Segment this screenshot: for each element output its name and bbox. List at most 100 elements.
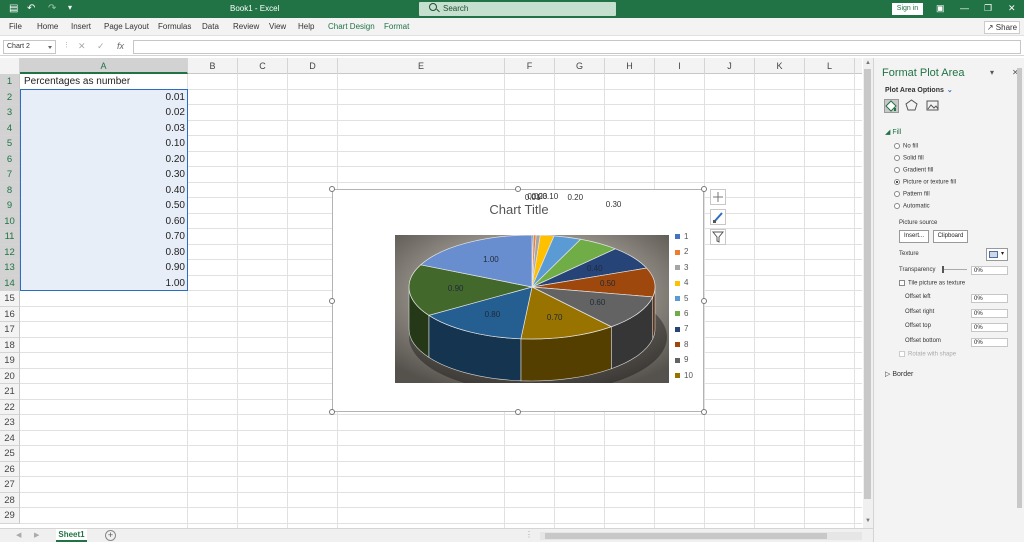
scroll-down-icon[interactable]: ▼ (865, 518, 871, 524)
tab-file[interactable]: File (9, 22, 22, 31)
cancel-icon[interactable]: ✕ (78, 41, 86, 52)
row-header[interactable]: 19 (0, 353, 20, 369)
data-label[interactable]: 0.70 (547, 313, 563, 322)
legend-entry[interactable]: 4 (675, 278, 688, 287)
radio-automatic[interactable]: Automatic (894, 203, 930, 210)
row-header[interactable]: 9 (0, 198, 20, 214)
cell-a1-header[interactable]: Percentages as number (21, 74, 188, 90)
plot-area-options-dropdown[interactable]: Plot Area Options ⌄ (885, 86, 953, 94)
col-header-e[interactable]: E (338, 58, 505, 74)
vertical-scroll-thumb[interactable] (864, 69, 871, 499)
add-sheet-icon[interactable]: + (105, 530, 116, 541)
resize-handle[interactable] (329, 186, 335, 192)
radio-picture-texture-fill[interactable]: Picture or texture fill (894, 179, 956, 186)
col-header-i[interactable]: I (655, 58, 705, 74)
minimize-icon[interactable]: — (960, 3, 969, 13)
row-header[interactable]: 26 (0, 461, 20, 477)
legend-entry[interactable]: 3 (675, 263, 688, 272)
tab-page-layout[interactable]: Page Layout (104, 22, 149, 31)
row-header[interactable]: 15 (0, 291, 20, 307)
plot-area[interactable] (395, 235, 669, 383)
pane-scroll-thumb[interactable] (1017, 68, 1022, 508)
cell-a-value[interactable]: 0.01 (21, 89, 188, 105)
border-section-header[interactable]: ▷ Border (885, 370, 913, 378)
tab-data[interactable]: Data (202, 22, 219, 31)
radio-no-fill[interactable]: No fill (894, 143, 918, 150)
row-header[interactable]: 18 (0, 337, 20, 353)
legend-entry[interactable]: 1 (675, 232, 688, 241)
scroll-up-icon[interactable]: ▲ (865, 60, 871, 66)
resize-handle[interactable] (701, 297, 707, 304)
cell-a-value[interactable]: 0.40 (21, 182, 188, 198)
fill-section-header[interactable]: ◢ Fill (885, 128, 901, 136)
col-header-g[interactable]: G (555, 58, 605, 74)
save-icon[interactable]: ▤ (9, 3, 18, 14)
row-header[interactable]: 13 (0, 260, 20, 276)
resize-handle[interactable] (515, 409, 521, 415)
col-header-d[interactable]: D (288, 58, 338, 74)
sign-in-button[interactable]: Sign in (892, 3, 923, 15)
pane-scrollbar[interactable] (1017, 64, 1022, 534)
radio-gradient-fill[interactable]: Gradient fill (894, 167, 933, 174)
chart-styles-button[interactable] (710, 209, 726, 225)
redo-icon[interactable]: ↷ (48, 3, 56, 14)
col-header-k[interactable]: K (755, 58, 805, 74)
chart-filters-button[interactable] (710, 229, 726, 245)
row-header[interactable]: 28 (0, 492, 20, 508)
resize-handle[interactable] (329, 297, 335, 304)
data-label[interactable]: 0.60 (590, 298, 606, 307)
col-header-l[interactable]: L (805, 58, 855, 74)
undo-icon[interactable]: ↶ (27, 3, 35, 14)
row-header[interactable]: 1 (0, 74, 20, 90)
tab-formulas[interactable]: Formulas (158, 22, 191, 31)
customize-quick-access-icon[interactable]: ▾ (68, 3, 72, 12)
tab-splitter-icon[interactable]: ⋮ (525, 530, 533, 539)
offset-right-input[interactable]: 0% (971, 309, 1008, 318)
tab-view[interactable]: View (269, 22, 286, 31)
chart-elements-button[interactable] (710, 189, 726, 205)
cell-a-value[interactable]: 0.20 (21, 151, 188, 167)
insert-function-icon[interactable]: fx (117, 41, 124, 51)
tile-picture-checkbox[interactable]: Tile picture as texture (899, 280, 965, 287)
name-box[interactable]: Chart 2 (3, 40, 56, 54)
data-label[interactable]: 0.50 (600, 279, 616, 288)
chart-title[interactable]: Chart Title (333, 202, 705, 217)
row-header[interactable]: 21 (0, 384, 20, 400)
data-label[interactable]: 0.40 (587, 264, 603, 273)
col-header-f[interactable]: F (505, 58, 555, 74)
row-header[interactable]: 25 (0, 446, 20, 462)
row-header[interactable]: 7 (0, 167, 20, 183)
resize-handle[interactable] (329, 409, 335, 415)
search-box[interactable]: Search (419, 2, 616, 16)
tab-insert[interactable]: Insert (71, 22, 91, 31)
data-label[interactable]: 1.00 (483, 255, 499, 264)
ribbon-display-icon[interactable]: ▣ (936, 3, 945, 14)
resize-handle[interactable] (701, 186, 707, 192)
insert-picture-button[interactable]: Insert... (899, 230, 929, 243)
cell-a-value[interactable]: 0.50 (21, 198, 188, 214)
tab-review[interactable]: Review (233, 22, 259, 31)
row-header[interactable]: 11 (0, 229, 20, 245)
row-header[interactable]: 4 (0, 120, 20, 136)
cell-a-value[interactable]: 0.70 (21, 229, 188, 245)
legend-entry[interactable]: 8 (675, 340, 688, 349)
data-label[interactable]: 0.80 (485, 310, 501, 319)
cell-a-value[interactable]: 0.80 (21, 244, 188, 260)
legend-entry[interactable]: 9 (675, 355, 688, 364)
data-label[interactable]: 0.30 (606, 200, 622, 209)
data-label[interactable]: 0.10 (543, 192, 559, 201)
row-header[interactable]: 29 (0, 508, 20, 524)
row-header[interactable]: 3 (0, 105, 20, 121)
horizontal-scroll-thumb[interactable] (545, 533, 827, 539)
row-header[interactable]: 12 (0, 244, 20, 260)
legend-entry[interactable]: 6 (675, 309, 688, 318)
row-header[interactable]: 24 (0, 430, 20, 446)
cell-a-value[interactable]: 0.03 (21, 120, 188, 136)
row-header[interactable]: 27 (0, 477, 20, 493)
tab-format[interactable]: Format (384, 22, 409, 31)
transparency-input[interactable]: 0% (971, 266, 1008, 275)
row-header[interactable]: 16 (0, 306, 20, 322)
row-header[interactable]: 2 (0, 89, 20, 105)
share-button[interactable]: ↗ Share (984, 21, 1020, 34)
formula-input[interactable] (133, 40, 1021, 54)
